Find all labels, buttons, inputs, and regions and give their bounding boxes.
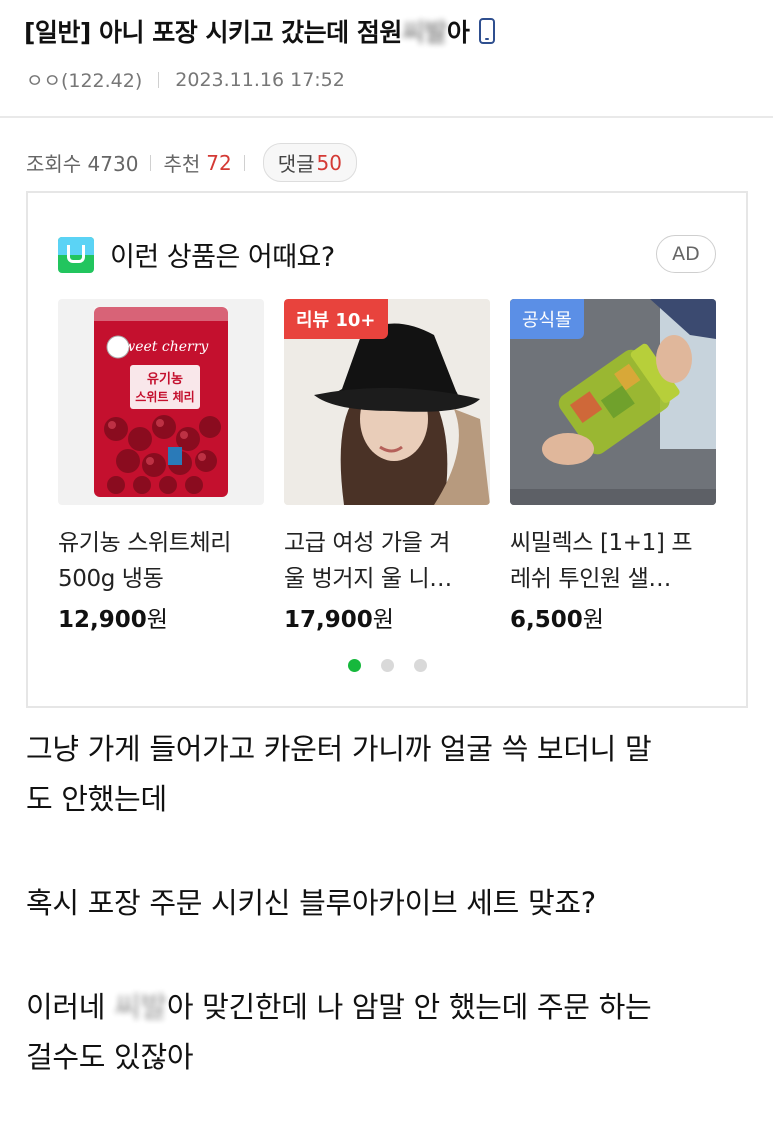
recommend-count: 72	[206, 150, 232, 175]
price-value: 17,900	[284, 607, 373, 633]
post-datetime: 2023.11.16 17:52	[175, 68, 345, 91]
censored-text: 씨발	[114, 990, 167, 1024]
ad-badge[interactable]: AD	[656, 235, 716, 273]
product-name-line2: 500g 냉동	[58, 566, 164, 592]
view-count: 조회수 4730	[26, 152, 139, 176]
product-price: 17,900원	[284, 600, 490, 634]
product-image-hat[interactable]: 리뷰 10+	[284, 299, 490, 505]
product-image-bottle[interactable]: 공식몰	[510, 299, 716, 505]
price-value: 6,500	[510, 607, 583, 633]
post-body-paragraph: 그냥 가게 들어가고 카운터 가니까 얼굴 쓱 보더니 말 도 안했는데	[26, 724, 751, 824]
paragraph-line: 이러네 씨발아 맞긴한데 나 암말 안 했는데 주문 하는	[26, 982, 751, 1032]
paragraph-line: 걸수도 있잖아	[26, 1040, 194, 1074]
price-unit: 원	[582, 607, 604, 633]
post-header: [일반] 아니 포장 시키고 갔는데 점원 씨발 아 ㅇㅇ(122.42) 20…	[0, 0, 773, 118]
official-store-badge: 공식몰	[510, 299, 584, 339]
review-badge: 리뷰 10+	[284, 299, 388, 339]
post-title-suffix: 아	[446, 18, 470, 47]
stats-divider	[243, 154, 245, 171]
ad-header: 이런 상품은 어때요?	[58, 235, 335, 274]
carousel-dot[interactable]	[381, 659, 394, 672]
product-name-line1: 고급 여성 가을 겨	[284, 530, 451, 556]
product-name-line1: 유기농 스위트체리	[58, 530, 231, 556]
comments-count: 50	[316, 150, 342, 175]
comments-button[interactable]: 댓글 50	[262, 143, 357, 182]
package-title-line1: 유기농	[147, 372, 183, 387]
product-card[interactable]: Sweet cherry 유기농 스위트 체리 유기농 스위트체리 500g 냉…	[58, 299, 264, 634]
shopping-bag-logo-icon	[58, 236, 94, 273]
comments-label: 댓글	[277, 152, 315, 176]
product-name-line2: 레쉬 투인원 샐…	[510, 566, 671, 592]
meta-divider	[158, 71, 160, 88]
post-meta: ㅇㅇ(122.42) 2023.11.16 17:52	[26, 66, 345, 93]
carousel-dot[interactable]	[414, 659, 427, 672]
paragraph-line: 도 안했는데	[26, 782, 167, 816]
price-unit: 원	[146, 607, 168, 633]
carousel-pagination	[348, 659, 447, 672]
post-title: [일반] 아니 포장 시키고 갔는데 점원 씨발 아	[24, 13, 496, 49]
paragraph-line: 그냥 가게 들어가고 카운터 가니까 얼굴 쓱 보더니 말	[26, 732, 652, 766]
recommend-label: 추천	[163, 152, 201, 176]
post-author[interactable]: ㅇㅇ(122.42)	[26, 66, 142, 93]
text-segment: 아 맞긴한데 나 암말 안 했는데 주문 하는	[166, 990, 652, 1024]
product-name[interactable]: 고급 여성 가을 겨 울 벙거지 울 니…	[284, 525, 490, 597]
product-name-line2: 울 벙거지 울 니…	[284, 566, 452, 592]
post-body-paragraph: 이러네 씨발아 맞긴한데 나 암말 안 했는데 주문 하는 걸수도 있잖아	[26, 982, 751, 1082]
cherry-package-illustration: Sweet cherry 유기농 스위트 체리	[94, 307, 228, 497]
paragraph-line: 혹시 포장 주문 시키신 블루아카이브 세트 맞죠?	[26, 886, 596, 920]
ad-heading: 이런 상품은 어때요?	[110, 242, 335, 273]
product-name-line1: 씨밀렉스 [1+1] 프	[510, 530, 693, 556]
product-price: 6,500원	[510, 600, 716, 634]
post-body-paragraph: 혹시 포장 주문 시키신 블루아카이브 세트 맞죠?	[26, 878, 751, 928]
stats-divider	[150, 154, 152, 171]
price-unit: 원	[372, 607, 394, 633]
post-title-prefix: [일반] 아니 포장 시키고 갔는데 점원	[24, 18, 402, 47]
product-price: 12,900원	[58, 600, 264, 634]
product-image-cherry[interactable]: Sweet cherry 유기농 스위트 체리	[58, 299, 264, 505]
mobile-phone-icon	[479, 18, 496, 44]
carousel-dot[interactable]	[348, 659, 361, 672]
product-name[interactable]: 씨밀렉스 [1+1] 프 레쉬 투인원 샐…	[510, 525, 716, 597]
text-segment: 이러네	[26, 990, 115, 1024]
product-card[interactable]: 공식몰 씨밀렉스 [1+1] 프 레쉬 투인원 샐… 6,500원	[510, 299, 716, 634]
package-title-line2: 스위트 체리	[135, 389, 194, 404]
ad-recommendation-box: 이런 상품은 어때요? AD Sweet cherry 유기농 스위트 체리 유…	[26, 191, 748, 708]
post-stats: 조회수 4730 추천 72 댓글 50	[26, 143, 357, 182]
product-name[interactable]: 유기농 스위트체리 500g 냉동	[58, 525, 264, 597]
price-value: 12,900	[58, 607, 147, 633]
product-card[interactable]: 리뷰 10+ 고급 여성 가을 겨 울 벙거지 울 니… 17,900원	[284, 299, 490, 634]
package-brand-text: Sweet cherry	[114, 339, 210, 355]
post-title-censored: 씨발	[401, 18, 448, 47]
